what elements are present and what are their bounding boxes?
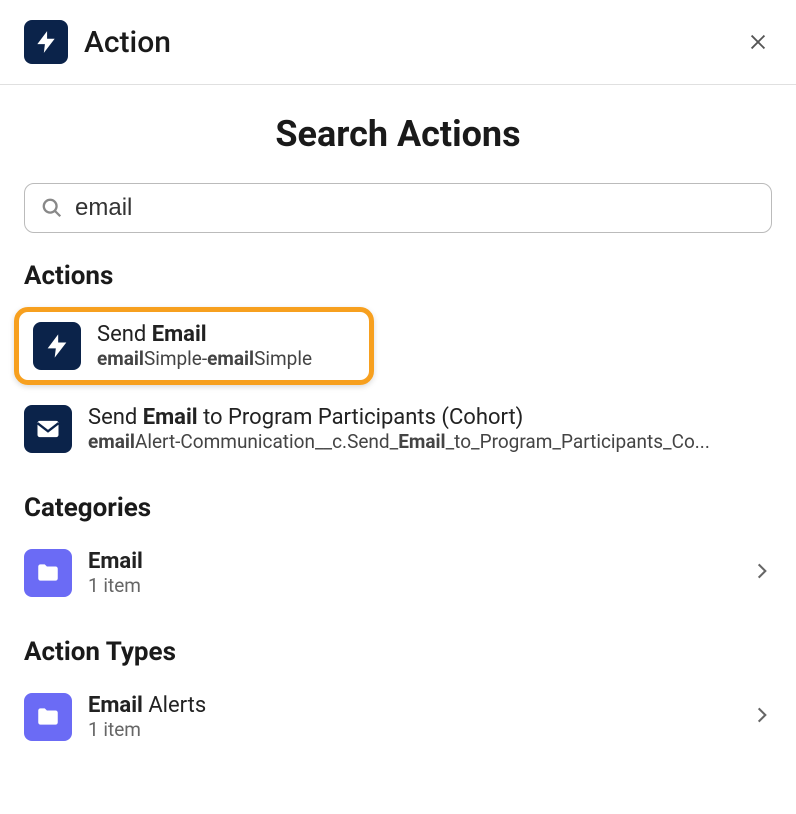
action-item-text: Send Email to Program Participants (Coho… [88,405,772,453]
category-item-meta: 1 item [88,574,740,597]
search-input[interactable] [75,194,755,222]
action-item-title: Send Email [97,322,355,347]
action-item-subtitle: emailSimple-emailSimple [97,347,355,370]
category-item-title: Email [88,549,740,574]
search-icon [41,197,63,219]
action-item-text: Send Email emailSimple-emailSimple [97,322,355,370]
action-type-item-text: Email Alerts 1 item [88,693,740,741]
envelope-icon [24,405,72,453]
action-type-item-title: Email Alerts [88,693,740,718]
folder-icon [24,693,72,741]
close-button[interactable] [744,28,772,56]
category-item-email[interactable]: Email 1 item [24,539,772,607]
close-icon [747,31,769,53]
action-item-subtitle: emailAlert-Communication__c.Send_Email_t… [88,430,772,453]
search-box[interactable] [24,183,772,233]
categories-section-title: Categories [24,493,772,523]
folder-icon [24,549,72,597]
categories-section: Categories Email 1 item [24,493,772,607]
lightning-icon [33,322,81,370]
page-title: Search Actions [24,113,772,155]
action-item-send-email-participants[interactable]: Send Email to Program Participants (Coho… [24,395,772,463]
chevron-right-icon [752,705,772,729]
action-item-title: Send Email to Program Participants (Coho… [88,405,772,430]
action-types-section: Action Types Email Alerts 1 item [24,637,772,751]
category-item-text: Email 1 item [88,549,740,597]
modal-header: Action [0,0,796,85]
action-item-send-email[interactable]: Send Email emailSimple-emailSimple [14,307,374,385]
lightning-icon [24,20,68,64]
modal-title: Action [84,25,744,60]
action-type-item-meta: 1 item [88,718,740,741]
actions-section: Actions Send Email emailSimple-emailSimp… [24,261,772,463]
action-type-item-email-alerts[interactable]: Email Alerts 1 item [24,683,772,751]
chevron-right-icon [752,561,772,585]
modal-content: Search Actions Actions Send Email emailS… [0,85,796,751]
actions-section-title: Actions [24,261,772,291]
action-types-section-title: Action Types [24,637,772,667]
